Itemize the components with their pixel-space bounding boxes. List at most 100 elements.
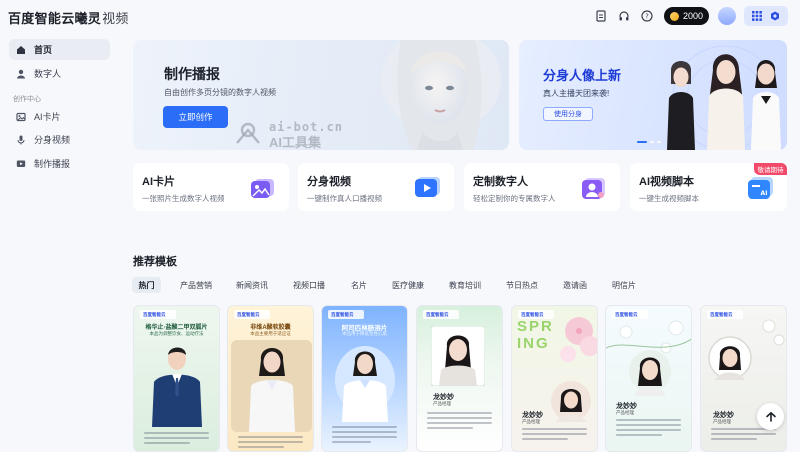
feature-desc: 一键生成视频脚本 (639, 194, 699, 203)
carousel-dot[interactable] (650, 141, 654, 143)
svg-text:AI: AI (761, 190, 768, 197)
feature-card-ai-card[interactable]: AI卡片 一张照片生成数字人视频 (133, 163, 289, 211)
feature-title: AI卡片 (142, 176, 175, 188)
template-person-role: 产品经理 (522, 419, 540, 424)
template-title: 非维A酸软胶囊 (250, 325, 291, 331)
arrow-up-icon (765, 411, 776, 422)
banner-subtitle: 自由创作多页分镜的数字人视频 (164, 88, 276, 97)
template-brand-chip: 百度智能云 (423, 310, 459, 319)
carousel-dot[interactable] (657, 141, 661, 143)
template-brand-chip: 百度智能云 (234, 310, 270, 319)
person-icon (17, 69, 25, 78)
template-subtitle: 本品主要用于适应证 (250, 331, 291, 336)
document-icon[interactable] (594, 9, 608, 23)
template-card[interactable]: 百度智能云 龙妙妙 产品经理 (605, 305, 692, 452)
section-title: 推荐模板 (133, 256, 177, 268)
brand-logo[interactable]: 百度智能云曦灵视频 (8, 8, 129, 27)
banner-broadcast[interactable]: 制作播报 自由创作多页分镜的数字人视频 立即创作 ai-bot.cn AI工具集 (133, 40, 509, 150)
microphone-icon (17, 135, 25, 144)
app-switcher-button[interactable] (744, 6, 788, 26)
sidebar-item-home[interactable]: 首页 (9, 39, 110, 60)
template-brand-chip: 百度智能云 (328, 310, 364, 319)
watermark-logo-icon (236, 122, 260, 144)
blossom-decoration-image (762, 319, 785, 346)
feature-desc: 一张照片生成数字人视频 (142, 194, 225, 203)
help-icon[interactable]: ? (640, 9, 654, 23)
logo-sub-text: 视频 (102, 11, 129, 26)
broadcast-icon (16, 160, 26, 167)
feature-title: 定制数字人 (473, 176, 528, 188)
tab-business-card[interactable]: 名片 (351, 277, 367, 293)
tab-education[interactable]: 教育培训 (449, 277, 481, 293)
template-card[interactable]: 百度智能云 龙妙妙 产品经理 (700, 305, 787, 452)
template-person-role: 产品经理 (713, 419, 731, 424)
carousel-dot[interactable] (637, 141, 647, 143)
banner-subtitle: 真人主播天团来袭! (543, 89, 610, 98)
sidebar-item-clone-video[interactable]: 分身视频 (9, 129, 110, 150)
user-avatar[interactable] (718, 7, 736, 25)
tab-holiday[interactable]: 节日热点 (506, 277, 538, 293)
sidebar: 首页 数字人 创作中心 AI卡片 分身视频 制作播报 (0, 34, 120, 452)
coin-count: 2000 (683, 11, 704, 21)
grid-icon (752, 11, 762, 21)
ai-script-icon: AI (748, 177, 773, 199)
template-brand-chip: 百度智能云 (707, 310, 743, 319)
sidebar-group-label: 创作中心 (13, 96, 41, 103)
template-card[interactable]: 百度智能云 SPRING 龙妙妙 产品经理 (511, 305, 598, 452)
presenter-man-image (152, 347, 202, 427)
tab-healthcare[interactable]: 医疗健康 (392, 277, 424, 293)
tab-invitation[interactable]: 邀请函 (563, 277, 587, 293)
tab-product-marketing[interactable]: 产品营销 (180, 277, 212, 293)
logo-main-text: 百度智能云曦灵 (8, 11, 102, 26)
top-header: 百度智能云曦灵视频 ? 2000 (0, 0, 800, 34)
profile-photo-image (551, 381, 591, 422)
tab-hot[interactable]: 热门 (132, 277, 161, 293)
sidebar-item-ai-card[interactable]: AI卡片 (9, 106, 110, 127)
headset-icon[interactable] (617, 9, 631, 23)
custom-avatar-icon (582, 178, 605, 199)
sidebar-item-label: 分身视频 (34, 135, 71, 145)
tab-news[interactable]: 新闻资讯 (236, 277, 268, 293)
template-person-role: 产品经理 (616, 410, 634, 415)
template-title: 格华止·盐酸二甲双胍片 (145, 325, 208, 331)
carousel-indicator[interactable] (637, 141, 661, 143)
start-create-button[interactable]: 立即创作 (163, 106, 228, 128)
template-person-role: 产品经理 (433, 401, 451, 406)
feature-desc: 一键制作真人口播视频 (307, 194, 382, 203)
coin-balance-button[interactable]: 2000 (664, 7, 709, 25)
home-icon (17, 45, 25, 54)
template-card[interactable]: 百度智能云 非维A酸软胶囊 本品主要用于适应证 (227, 305, 314, 452)
template-brand-chip: 百度智能云 (140, 310, 176, 319)
tab-video-speech[interactable]: 视频口播 (293, 277, 325, 293)
presenter-woman-image (231, 340, 312, 432)
profile-photo-image (708, 336, 752, 380)
template-card[interactable]: 百度智能云 龙妙妙 产品经理 (416, 305, 503, 452)
sidebar-item-digital-human[interactable]: 数字人 (9, 63, 110, 84)
feature-title: 分身视频 (307, 176, 351, 188)
profile-photo-image (629, 350, 671, 396)
coin-icon (670, 11, 679, 21)
use-clone-button[interactable]: 使用分身 (543, 107, 593, 121)
ai-card-icon (16, 112, 26, 121)
feature-desc: 轻松定制你的专属数字人 (473, 194, 556, 203)
scroll-to-top-button[interactable] (757, 403, 784, 430)
template-subtitle: 本品用于降低急性心肌 (342, 331, 387, 336)
template-card[interactable]: 百度智能云 阿司匹林肠溶片 本品用于降低急性心肌 (321, 305, 408, 452)
profile-photo-image (431, 326, 485, 386)
settings-hex-icon (771, 11, 779, 21)
banner-clone-portraits[interactable]: 分身人像上新 真人主播天团来袭! 使用分身 (519, 40, 787, 150)
tab-postcard[interactable]: 明信片 (612, 277, 636, 293)
image-card-icon (251, 179, 274, 198)
feature-title: AI视频脚本 (639, 176, 694, 188)
feature-card-custom-avatar[interactable]: 定制数字人 轻松定制你的专属数字人 (464, 163, 620, 211)
banner-title: 制作播报 (164, 66, 220, 82)
banner-title: 分身人像上新 (543, 68, 622, 83)
sidebar-item-broadcast[interactable]: 制作播报 (9, 153, 110, 174)
flower-decoration-image (560, 317, 597, 362)
play-video-icon (415, 177, 440, 197)
feature-card-clone-video[interactable]: 分身视频 一键制作真人口播视频 (298, 163, 454, 211)
sidebar-item-label: 数字人 (34, 69, 62, 79)
template-card[interactable]: 百度智能云 格华止·盐酸二甲双胍片 本品为调整饮食、运动疗法 (133, 305, 220, 452)
sidebar-item-label: AI卡片 (34, 112, 61, 122)
sidebar-item-label: 制作播报 (34, 159, 71, 169)
